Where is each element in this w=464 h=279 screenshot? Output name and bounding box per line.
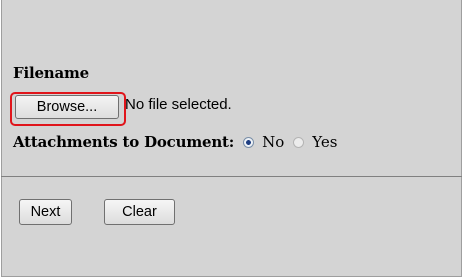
filename-label: Filename [13, 64, 90, 82]
divider [1, 176, 462, 177]
next-button[interactable]: Next [19, 199, 72, 225]
radio-yes[interactable] [293, 136, 305, 148]
radio-no-label: No [262, 133, 285, 151]
radio-no[interactable] [243, 136, 255, 148]
browse-button[interactable]: Browse... [15, 95, 119, 119]
file-status-text: No file selected. [125, 96, 232, 113]
clear-button[interactable]: Clear [104, 199, 175, 225]
radio-yes-label: Yes [312, 133, 338, 151]
attachments-label: Attachments to Document: [13, 133, 235, 151]
attachments-row: Attachments to Document: No Yes [13, 130, 337, 154]
